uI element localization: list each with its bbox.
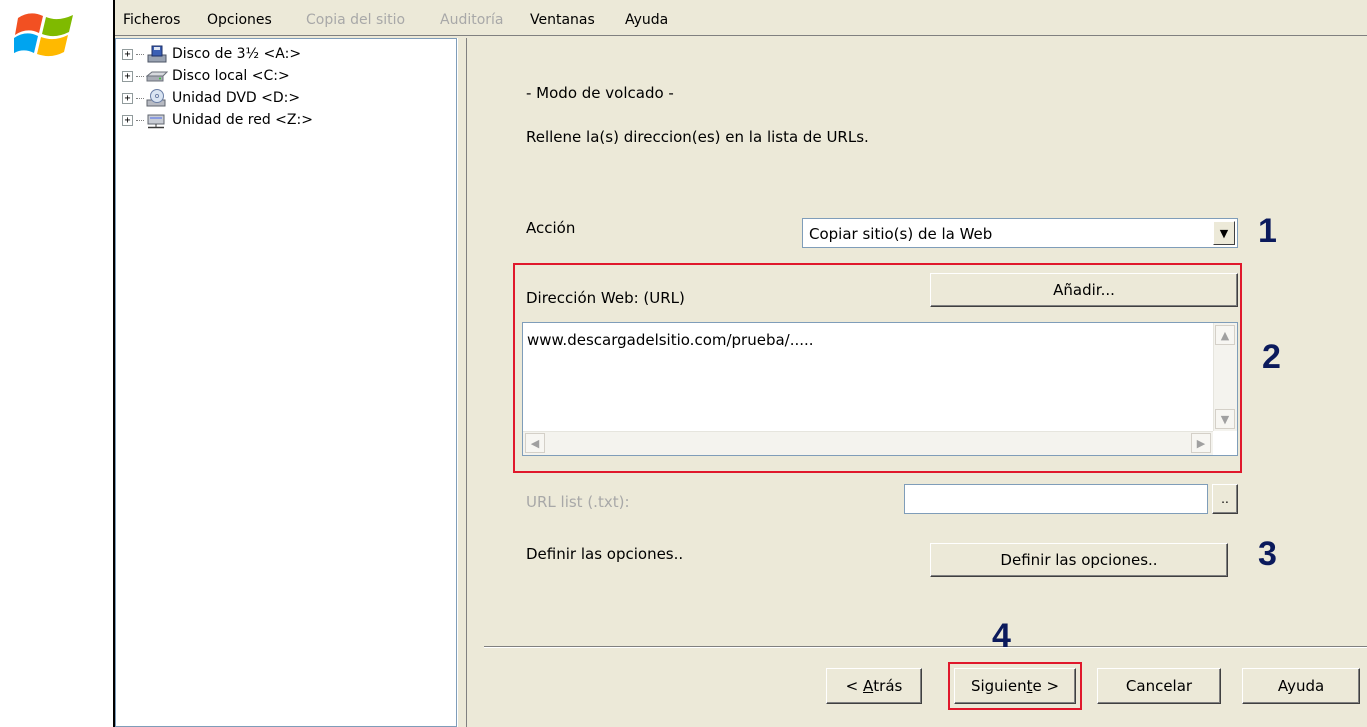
cancel-button[interactable]: Cancelar bbox=[1097, 668, 1221, 704]
chevron-down-icon[interactable]: ▼ bbox=[1213, 221, 1235, 245]
menu-bar: Ficheros Opciones Copia del sitio Audito… bbox=[115, 6, 1367, 36]
windows-logo-icon bbox=[14, 13, 73, 57]
tree-item-floppy[interactable]: + Disco de 3½ <A:> bbox=[122, 43, 301, 65]
instruction-text: Rellene la(s) direccion(es) en la lista … bbox=[526, 128, 869, 146]
options-label: Definir las opciones.. bbox=[526, 545, 684, 563]
horizontal-scrollbar[interactable]: ◀ ▶ bbox=[523, 431, 1213, 455]
back-accel: A bbox=[863, 677, 874, 695]
define-options-button[interactable]: Definir las opciones.. bbox=[930, 543, 1228, 577]
menu-ventanas[interactable]: Ventanas bbox=[530, 12, 595, 28]
tree-item-label: Unidad DVD <D:> bbox=[172, 90, 301, 106]
url-list-input[interactable] bbox=[904, 484, 1208, 514]
scroll-up-icon[interactable]: ▲ bbox=[1215, 325, 1235, 345]
network-drive-icon bbox=[147, 114, 165, 129]
tree-item-label: Disco de 3½ <A:> bbox=[172, 46, 302, 62]
footer-divider bbox=[484, 646, 1367, 648]
annotation-4: 4 bbox=[992, 617, 1011, 655]
tree-item-network[interactable]: + Unidad de red <Z:> bbox=[122, 109, 313, 131]
menu-ficheros[interactable]: Ficheros bbox=[123, 12, 180, 28]
mode-title: - Modo de volcado - bbox=[526, 84, 674, 102]
annotation-2: 2 bbox=[1262, 338, 1281, 376]
expand-icon[interactable]: + bbox=[122, 92, 133, 104]
menu-ayuda[interactable]: Ayuda bbox=[625, 12, 668, 28]
url-label: Dirección Web: (URL) bbox=[526, 289, 685, 307]
browse-button[interactable]: .. bbox=[1212, 484, 1238, 514]
scroll-left-icon[interactable]: ◀ bbox=[525, 433, 545, 453]
back-prefix: < bbox=[845, 677, 863, 695]
panel-splitter[interactable] bbox=[457, 38, 467, 727]
expand-icon[interactable]: + bbox=[122, 48, 133, 60]
url-textarea[interactable]: www.descargadelsitio.com/prueba/..... ▲ … bbox=[522, 322, 1238, 456]
annotation-1: 1 bbox=[1258, 212, 1277, 250]
action-label: Acción bbox=[526, 219, 576, 237]
annotation-3: 3 bbox=[1258, 535, 1277, 573]
expand-icon[interactable]: + bbox=[122, 114, 133, 126]
url-list-label: URL list (.txt): bbox=[526, 493, 630, 511]
drive-tree: + Disco de 3½ <A:> + Disco local <C:> + … bbox=[115, 38, 457, 727]
action-select-value: Copiar sitio(s) de la Web bbox=[809, 225, 993, 243]
scroll-right-icon[interactable]: ▶ bbox=[1191, 433, 1211, 453]
tree-item-local-disk[interactable]: + Disco local <C:> bbox=[122, 65, 290, 87]
tree-item-label: Unidad de red <Z:> bbox=[172, 112, 313, 128]
back-button[interactable]: < Atrás bbox=[826, 668, 922, 704]
menu-auditoria[interactable]: Auditoría bbox=[440, 12, 504, 28]
tree-item-label: Disco local <C:> bbox=[172, 68, 290, 84]
action-select[interactable]: Copiar sitio(s) de la Web ▼ bbox=[802, 218, 1238, 248]
hard-drive-icon bbox=[146, 71, 168, 82]
vertical-scrollbar[interactable]: ▲ ▼ bbox=[1213, 323, 1237, 431]
dvd-drive-icon bbox=[146, 89, 166, 107]
highlight-next-button bbox=[948, 662, 1082, 710]
menu-opciones[interactable]: Opciones bbox=[207, 12, 272, 28]
scroll-down-icon[interactable]: ▼ bbox=[1215, 409, 1235, 429]
url-text: www.descargadelsitio.com/prueba/..... bbox=[527, 331, 814, 349]
back-rest: trás bbox=[873, 677, 903, 695]
tree-item-dvd[interactable]: + Unidad DVD <D:> bbox=[122, 87, 300, 109]
help-button[interactable]: Ayuda bbox=[1242, 668, 1360, 704]
menu-copia-del-sitio[interactable]: Copia del sitio bbox=[306, 12, 405, 28]
add-button[interactable]: Añadir... bbox=[930, 273, 1238, 307]
floppy-drive-icon bbox=[147, 45, 167, 63]
expand-icon[interactable]: + bbox=[122, 70, 133, 82]
